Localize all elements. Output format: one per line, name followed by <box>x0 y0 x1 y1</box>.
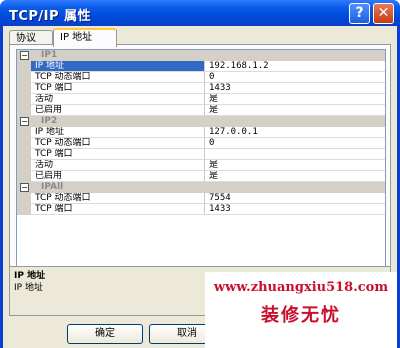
collapse-icon[interactable]: − <box>20 117 29 126</box>
close-icon: ✕ <box>377 5 390 21</box>
property-name: 已启用 <box>31 171 205 182</box>
property-value[interactable]: 是 <box>205 171 385 182</box>
category-label: IP1 <box>41 50 58 60</box>
watermark-name: 装修无忧 <box>261 305 341 326</box>
ip-address-tab-panel: − IP1 IP 地址 192.168.1.2 TCP 动态端口 0 TCP 端… <box>9 44 391 284</box>
grid-row-ip1-tcp-dynamic-port[interactable]: TCP 动态端口 0 <box>17 72 385 83</box>
question-mark-icon: ? <box>355 5 364 21</box>
property-name: TCP 动态端口 <box>31 72 205 83</box>
grid-row-ip2-active[interactable]: 活动 是 <box>17 160 385 171</box>
property-name: 活动 <box>31 160 205 171</box>
title-bar[interactable]: TCP/IP 属性 ? ✕ <box>0 0 400 26</box>
property-name: IP 地址 <box>31 127 205 138</box>
collapse-icon[interactable]: − <box>20 51 29 60</box>
property-value[interactable]: 0 <box>205 72 385 83</box>
category-label: IPAll <box>41 182 64 192</box>
property-value[interactable]: 7554 <box>205 193 385 204</box>
grid-row-ip2-enabled[interactable]: 已启用 是 <box>17 171 385 182</box>
category-ip2[interactable]: − IP2 <box>17 116 385 127</box>
grid-row-ipall-tcp-dynamic-port[interactable]: TCP 动态端口 7554 <box>17 193 385 204</box>
property-value[interactable]: 是 <box>205 94 385 105</box>
property-value[interactable]: 0 <box>205 138 385 149</box>
property-name: TCP 端口 <box>31 83 205 94</box>
property-name: TCP 端口 <box>31 149 205 160</box>
category-ip1[interactable]: − IP1 <box>17 50 385 61</box>
help-button[interactable]: ? <box>349 3 370 24</box>
property-value[interactable]: 是 <box>205 160 385 171</box>
property-value[interactable]: 192.168.1.2 <box>205 61 385 72</box>
grid-row-ip2-tcp-port[interactable]: TCP 端口 <box>17 149 385 160</box>
property-value[interactable]: 1433 <box>205 83 385 94</box>
tab-ip-address[interactable]: IP 地址 <box>53 28 117 47</box>
grid-row-ip1-ip-address[interactable]: IP 地址 192.168.1.2 <box>17 61 385 72</box>
ok-button[interactable]: 确定 <box>67 324 143 344</box>
grid-row-ip2-ip-address[interactable]: IP 地址 127.0.0.1 <box>17 127 385 138</box>
property-name: TCP 端口 <box>31 204 205 215</box>
property-name: TCP 动态端口 <box>31 193 205 204</box>
property-name: 已启用 <box>31 105 205 116</box>
property-name: TCP 动态端口 <box>31 138 205 149</box>
collapse-icon[interactable]: − <box>20 183 29 192</box>
grid-row-ip2-tcp-dynamic-port[interactable]: TCP 动态端口 0 <box>17 138 385 149</box>
watermark: www.zhuangxiu518.com 装修无忧 <box>205 272 397 348</box>
property-name: IP 地址 <box>31 61 205 72</box>
grid-row-ip1-active[interactable]: 活动 是 <box>17 94 385 105</box>
property-value[interactable]: 1433 <box>205 204 385 215</box>
property-value[interactable]: 是 <box>205 105 385 116</box>
grid-row-ip1-enabled[interactable]: 已启用 是 <box>17 105 385 116</box>
grid-row-ipall-tcp-port[interactable]: TCP 端口 1433 <box>17 204 385 215</box>
window-title: TCP/IP 属性 <box>9 9 92 24</box>
property-value[interactable] <box>205 149 385 160</box>
category-label: IP2 <box>41 116 58 126</box>
property-value[interactable]: 127.0.0.1 <box>205 127 385 138</box>
category-ipall[interactable]: − IPAll <box>17 182 385 193</box>
close-button[interactable]: ✕ <box>373 3 394 24</box>
property-grid[interactable]: − IP1 IP 地址 192.168.1.2 TCP 动态端口 0 TCP 端… <box>16 49 386 279</box>
grid-row-ip1-tcp-port[interactable]: TCP 端口 1433 <box>17 83 385 94</box>
property-name: 活动 <box>31 94 205 105</box>
watermark-url: www.zhuangxiu518.com <box>213 280 389 295</box>
